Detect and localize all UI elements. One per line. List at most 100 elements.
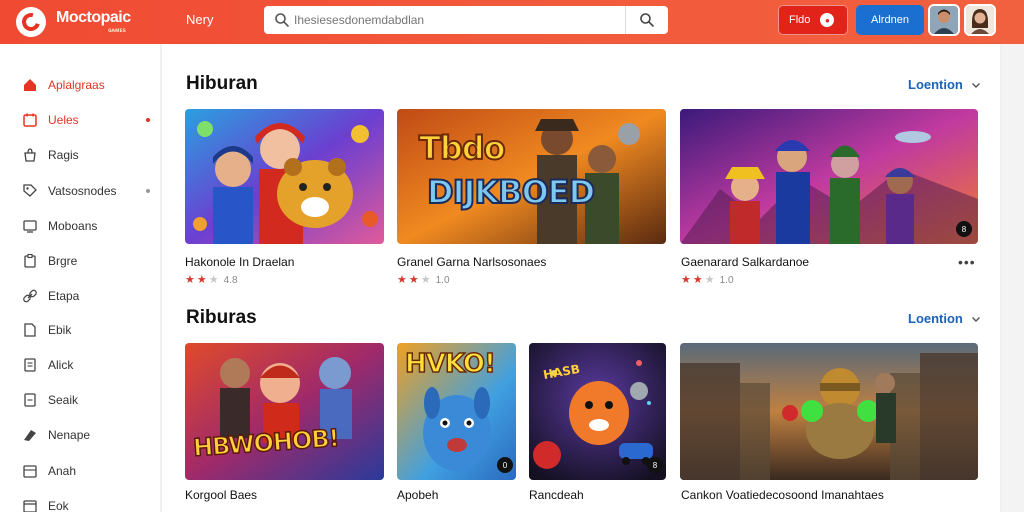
sidebar-item-anah[interactable]: Anah [0,456,160,486]
arrow-icon [24,430,36,441]
game-thumbnail[interactable]: Tbdo DIJKBOED [397,109,666,244]
sidebar-item-label: Moboans [48,219,98,233]
section-title: Riburas [186,307,257,328]
sidebar-item-eok[interactable]: Eok [0,491,160,512]
star-icon: ★ [185,274,195,286]
sidebar-item-label: Seaik [48,393,79,407]
banner-subtitle: DIJKBOED [426,172,596,212]
sidebar-item-label: Eok [48,499,69,512]
see-more-label: Loention [908,77,963,92]
rating: ★ ★ ★ 1.0 [397,274,450,287]
game-thumbnail[interactable]: HVKO! 0 [397,343,516,480]
star-icon: ★ [208,274,219,286]
blue-action-button[interactable]: Alrdnen [856,5,924,35]
sidebar-item-alick[interactable]: Alick [0,350,160,380]
rating-score: 4.8 [223,275,238,286]
rating-score: 1.0 [435,275,450,286]
game-title[interactable]: Gaenarard Salkardanoe [681,255,809,269]
rating-score: 1.0 [719,275,734,286]
star-icon: ★ [196,274,207,286]
cart-icon: ● [820,13,835,27]
document-icon [24,323,36,337]
archive-icon [23,465,37,478]
star-icon: ★ [408,274,419,286]
star-icon: ★ [681,274,691,286]
game-thumbnail[interactable]: 8 [680,109,978,244]
sidebar: Aplalgraas Ueles Ragis Vatsosnodes Moboa… [0,44,160,512]
avatar[interactable] [928,4,960,36]
tag-outline-icon [23,184,37,197]
game-thumbnail[interactable]: HASB 8 [529,343,666,480]
sidebar-item-label: Vatsosnodes [48,184,117,198]
star-icon: ★ [420,274,431,286]
nav-link[interactable]: Nery [186,12,213,27]
star-icon: ★ [704,274,715,286]
banner-title: HVKO! [404,348,496,380]
game-thumbnail[interactable] [185,109,384,244]
star-icon: ★ [692,274,703,286]
sidebar-item-label: Brgre [48,254,78,268]
chevron-down-icon [971,82,980,88]
clipboard-icon [24,253,36,268]
sidebar-item-seaik[interactable]: Seaik [0,385,160,415]
game-title[interactable]: Hakonole In Draelan [185,255,294,269]
sidebar-item-moboans[interactable]: Moboans [0,211,160,241]
notification-dot [146,118,150,122]
game-title[interactable]: Granel Garna Narlsosonaes [397,255,546,269]
sidebar-item-brgre[interactable]: Brgre [0,246,160,276]
sidebar-item-etapa[interactable]: Etapa [0,281,160,311]
tag-icon [23,113,37,127]
game-title[interactable]: Korgool Baes [185,488,257,502]
sidebar-item-label: Anah [48,464,77,478]
sidebar-item-home[interactable]: Aplalgraas [0,70,160,100]
avatar-secondary[interactable] [964,4,996,36]
box-icon [23,500,37,512]
sidebar-item-ragis[interactable]: Ragis [0,140,160,170]
file-icon [24,393,36,407]
home-icon [24,79,36,91]
sidebar-item-ebik[interactable]: Ebik [0,315,160,345]
search-bar [264,6,668,34]
search-button-icon [640,13,654,27]
star-icon: ★ [397,274,407,286]
platform-badge: 8 [956,221,972,237]
banner-title: Tbdo [418,128,507,168]
platform-badge: 0 [497,457,513,473]
game-title[interactable]: Rancdeah [529,488,584,502]
sidebar-item-label: Aplalgraas [48,78,105,92]
sidebar-item-label: Ueles [48,113,79,127]
monitor-icon [23,220,37,233]
see-more-link[interactable]: Loention [908,311,981,326]
see-more-label: Loention [908,311,963,326]
sidebar-item-vatsosnodes[interactable]: Vatsosnodes [0,176,160,206]
red-action-button[interactable]: Fldo ● [778,5,848,35]
logo-icon[interactable] [16,7,46,37]
game-thumbnail[interactable] [680,343,978,480]
brand-name[interactable]: Moctopaic [56,9,131,27]
section-title: Hiburan [186,73,258,94]
rating: ★ ★ ★ 1.0 [681,274,734,287]
note-icon [24,358,36,372]
link-icon [23,289,37,303]
red-button-label: Fldo [789,14,811,26]
sidebar-item-ueles[interactable]: Ueles [0,105,160,135]
chevron-down-icon [971,316,980,322]
see-more-link[interactable]: Loention [908,77,981,92]
sidebar-item-label: Alick [48,358,74,372]
more-options-icon[interactable]: ••• [958,254,976,270]
sidebar-item-label: Ebik [48,323,72,337]
sidebar-item-label: Etapa [48,289,80,303]
game-thumbnail[interactable]: HBWOHOB! [185,343,384,480]
notification-dot [146,189,150,193]
game-title[interactable]: Cankon Voatiedecosoond Imanahtaes [681,488,884,502]
sidebar-item-nenape[interactable]: Nenape [0,420,160,450]
brand-subtitle: ɢᴀᴍᴇs [108,28,126,34]
bag-icon [24,148,36,162]
rating: ★ ★ ★ 4.8 [185,274,238,287]
search-input[interactable] [294,10,624,30]
game-title[interactable]: Apobeh [397,488,438,502]
platform-badge: 8 [647,457,663,473]
search-icon [275,13,289,27]
sidebar-item-label: Nenape [48,428,91,442]
search-button[interactable] [626,6,668,34]
